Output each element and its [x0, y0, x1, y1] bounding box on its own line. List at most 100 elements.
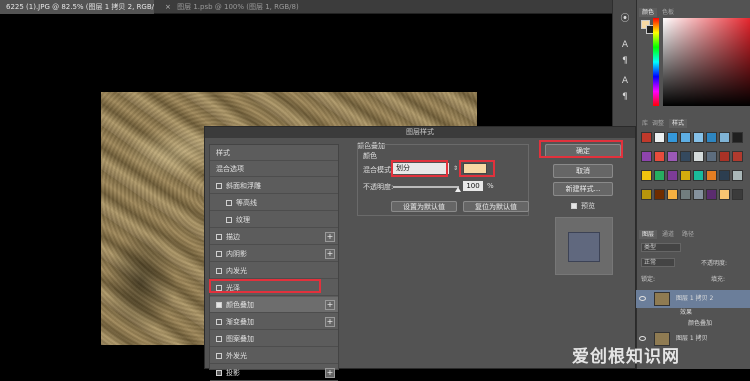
style-preset-tile[interactable] [641, 151, 652, 162]
style-preset-tile[interactable] [654, 132, 665, 143]
checkbox-icon[interactable] [216, 336, 222, 342]
style-preset-tile[interactable] [706, 151, 717, 162]
checkbox-icon[interactable] [226, 200, 232, 206]
style-item[interactable]: 投影 + [210, 365, 338, 381]
style-preset-tile[interactable] [654, 189, 665, 200]
style-item-label: 描边 [226, 233, 240, 241]
style-preset-tile[interactable] [719, 170, 730, 181]
style-preset-tile[interactable] [719, 132, 730, 143]
tab-color[interactable]: 颜色 [639, 8, 658, 17]
style-preset-tile[interactable] [706, 189, 717, 200]
checkbox-icon[interactable] [216, 319, 222, 325]
style-preset-tile[interactable] [732, 151, 743, 162]
document-tab-active[interactable]: 6225 (1).JPG @ 82.5% (图层 1 拷贝 2, RGB/8) … [0, 0, 154, 14]
style-preset-tile[interactable] [641, 189, 652, 200]
paragraph-icon[interactable]: ¶ [617, 54, 633, 68]
layer-effect-item[interactable]: 颜色叠加 [636, 318, 750, 330]
layer-blend-mode-select[interactable]: 正常 [641, 258, 675, 267]
style-preset-tile[interactable] [693, 170, 704, 181]
style-preset-tile[interactable] [654, 170, 665, 181]
opacity-slider-handle[interactable] [455, 187, 461, 192]
style-preset-tile[interactable] [680, 132, 691, 143]
layer-kind-filter[interactable]: 类型 [641, 243, 681, 252]
cancel-button[interactable]: 取消 [553, 164, 613, 178]
style-preset-tile[interactable] [654, 151, 665, 162]
opacity-slider[interactable] [393, 186, 459, 188]
layer-row[interactable]: 图层 1 拷贝 2 [636, 290, 750, 308]
tab-swatches[interactable]: 色板 [659, 8, 677, 17]
style-preset-tile[interactable] [732, 189, 743, 200]
style-preset-tile[interactable] [706, 132, 717, 143]
tab-channels[interactable]: 通道 [659, 230, 677, 239]
style-item-label: 混合选项 [216, 165, 244, 173]
style-item[interactable]: 颜色叠加 + [210, 297, 338, 313]
style-preset-tile[interactable] [667, 170, 678, 181]
dialog-title: 图层样式 [205, 127, 635, 138]
set-default-button[interactable]: 设置为默认值 [391, 201, 457, 212]
style-preset-tile[interactable] [719, 151, 730, 162]
style-preset-tile[interactable] [680, 151, 691, 162]
reset-default-button[interactable]: 复位为默认值 [463, 201, 529, 212]
checkbox-icon[interactable] [216, 268, 222, 274]
checkbox-icon[interactable] [216, 370, 222, 376]
checkbox-icon[interactable] [216, 183, 222, 189]
style-item-label: 内发光 [226, 267, 247, 275]
highlight-color-swatch [459, 160, 495, 177]
style-preset-tile[interactable] [732, 170, 743, 181]
style-preset-tile[interactable] [693, 132, 704, 143]
style-item-label: 等高线 [236, 199, 257, 207]
style-item[interactable]: 纹理 [210, 212, 338, 228]
checkbox-icon[interactable] [216, 353, 222, 359]
style-item[interactable]: 外发光 [210, 348, 338, 364]
preview-checkbox[interactable]: 预览 [571, 201, 595, 211]
style-preset-tile[interactable] [693, 189, 704, 200]
new-style-button[interactable]: 新建样式... [553, 182, 613, 196]
style-preset-tile[interactable] [641, 170, 652, 181]
style-preset-tile[interactable] [667, 189, 678, 200]
styles-header[interactable]: 样式 [210, 145, 338, 161]
style-preset-tile[interactable] [667, 151, 678, 162]
checkbox-icon[interactable] [571, 203, 577, 209]
close-icon[interactable]: × [165, 0, 171, 14]
plus-icon[interactable]: + [325, 232, 335, 242]
style-item[interactable]: 渐变叠加 + [210, 314, 338, 330]
style-preset-tile[interactable] [732, 132, 743, 143]
style-preset-tile[interactable] [719, 189, 730, 200]
style-item[interactable]: 描边 + [210, 229, 338, 245]
style-preset-tile[interactable] [706, 170, 717, 181]
tab-adjustments[interactable]: 调整 [649, 119, 667, 128]
style-item[interactable]: 混合选项 [210, 161, 338, 177]
plus-icon[interactable]: + [325, 249, 335, 259]
tab-layers[interactable]: 图层 [639, 230, 658, 239]
checkbox-icon[interactable] [216, 234, 222, 240]
style-item[interactable]: 内阴影 + [210, 246, 338, 262]
plus-icon[interactable]: + [325, 300, 335, 310]
plus-icon[interactable]: + [325, 368, 335, 378]
style-preset-tile[interactable] [680, 170, 691, 181]
color-picker-field[interactable] [663, 18, 750, 106]
style-item[interactable]: 等高线 [210, 195, 338, 211]
style-preset-tile[interactable] [641, 132, 652, 143]
checkbox-icon[interactable] [226, 217, 232, 223]
checkbox-icon[interactable] [216, 302, 222, 308]
plus-icon[interactable]: + [325, 317, 335, 327]
style-preset-tile[interactable] [693, 151, 704, 162]
opacity-input[interactable]: 100 [463, 181, 483, 191]
eye-icon[interactable] [639, 336, 646, 341]
style-preset-tile[interactable] [680, 189, 691, 200]
style-item[interactable]: 内发光 [210, 263, 338, 279]
character-icon[interactable]: A [617, 74, 633, 88]
tab-styles[interactable]: 样式 [669, 119, 688, 128]
tab-paths[interactable]: 路径 [679, 230, 697, 239]
character-icon[interactable]: ⦿ [617, 12, 633, 26]
style-item[interactable]: 斜面和浮雕 [210, 178, 338, 194]
style-item[interactable]: 图案叠加 [210, 331, 338, 347]
paragraph-icon[interactable]: ¶ [617, 90, 633, 104]
checkbox-icon[interactable] [216, 251, 222, 257]
eye-icon[interactable] [639, 296, 646, 301]
hue-slider[interactable] [653, 18, 659, 106]
document-tab-inactive[interactable]: × 图层 1.psb @ 100% (图层 1, RGB/8) [154, 0, 304, 14]
style-preset-tile[interactable] [667, 132, 678, 143]
text-tool-icon[interactable]: A [617, 38, 633, 52]
document-tab-bar: 6225 (1).JPG @ 82.5% (图层 1 拷贝 2, RGB/8) … [0, 0, 612, 14]
